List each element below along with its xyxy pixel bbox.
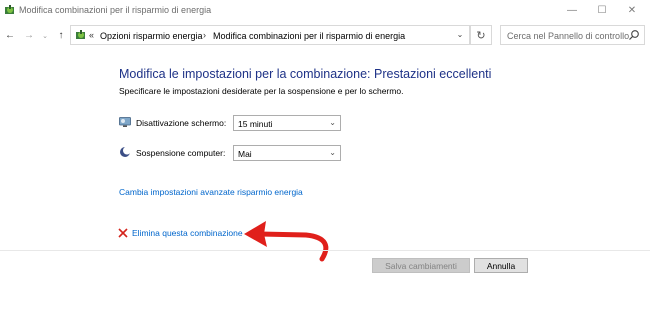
power-options-icon [76, 30, 85, 39]
close-icon: ✕ [627, 4, 637, 16]
search-placeholder: Cerca nel Pannello di controllo [507, 31, 630, 41]
title-bar: Modifica combinazioni per il risparmio d… [0, 0, 650, 20]
up-arrow-icon: ↑ [58, 29, 64, 41]
display-off-label: Disattivazione schermo: [136, 118, 227, 128]
window-title: Modifica combinazioni per il risparmio d… [19, 5, 212, 15]
annotation-arrow-icon [244, 221, 329, 262]
search-icon [629, 30, 639, 40]
chevron-down-icon: ⌄ [456, 29, 464, 39]
setting-row-display-off: Disattivazione schermo: 15 minuti ⌄ [119, 115, 359, 131]
page-subtitle: Specificare le impostazioni desiderate p… [119, 86, 404, 96]
back-button[interactable]: ← [3, 27, 17, 43]
forward-button[interactable]: → [22, 27, 36, 43]
sleep-label: Sospensione computer: [136, 148, 226, 158]
address-bar[interactable]: « Opzioni risparmio energia › Modifica c… [70, 25, 470, 45]
refresh-icon: ↻ [476, 29, 486, 42]
recent-locations-button[interactable]: ⌄ [38, 28, 52, 44]
breadcrumb-edit-plan[interactable]: Modifica combinazioni per il risparmio d… [213, 31, 405, 41]
navigation-bar: ← → ⌄ ↑ « Opzioni risparmio energia › Mo… [0, 24, 650, 46]
address-overflow-icon[interactable]: « [89, 30, 94, 40]
refresh-button[interactable]: ↻ [470, 25, 492, 45]
address-dropdown-button[interactable]: ⌄ [453, 25, 467, 43]
power-options-app-icon [5, 5, 14, 14]
forward-arrow-icon: → [24, 29, 34, 41]
display-off-select[interactable]: 15 minuti ⌄ [233, 115, 341, 131]
back-arrow-icon: ← [5, 29, 15, 41]
minimize-icon: — [567, 4, 577, 16]
footer-divider [0, 250, 650, 251]
up-button[interactable]: ↑ [54, 27, 68, 43]
sleep-select[interactable]: Mai ⌄ [233, 145, 341, 161]
advanced-settings-link[interactable]: Cambia impostazioni avanzate risparmio e… [119, 187, 303, 197]
close-button[interactable]: ✕ [617, 0, 647, 20]
sleep-value: Mai [238, 149, 252, 159]
chevron-down-icon: ⌄ [329, 118, 336, 127]
delete-plan-link[interactable]: Elimina questa combinazione [132, 228, 243, 238]
setting-row-sleep: Sospensione computer: Mai ⌄ [119, 145, 359, 161]
page-title: Modifica le impostazioni per la combinaz… [119, 67, 492, 81]
breadcrumb-power-options[interactable]: Opzioni risparmio energia [100, 31, 203, 41]
monitor-icon [119, 117, 131, 127]
search-input[interactable]: Cerca nel Pannello di controllo [500, 25, 645, 45]
maximize-icon: ☐ [597, 4, 607, 16]
save-changes-button[interactable]: Salva cambiamenti [372, 258, 470, 273]
moon-icon [120, 146, 131, 157]
minimize-button[interactable]: — [557, 0, 587, 20]
cancel-button[interactable]: Annulla [474, 258, 528, 273]
chevron-down-icon: ⌄ [42, 33, 48, 40]
maximize-button[interactable]: ☐ [587, 0, 617, 20]
chevron-down-icon: ⌄ [329, 148, 336, 157]
display-off-value: 15 minuti [238, 119, 273, 129]
delete-x-icon [118, 228, 128, 238]
breadcrumb-separator-icon[interactable]: › [203, 30, 206, 40]
